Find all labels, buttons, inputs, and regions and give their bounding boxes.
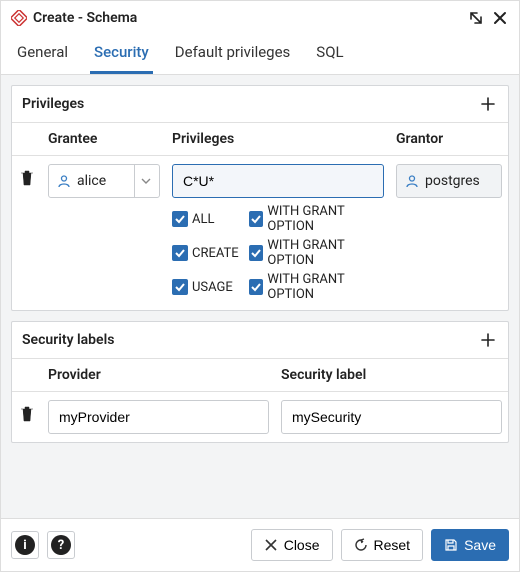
check-usage[interactable]: USAGE: [172, 272, 239, 302]
schema-icon: [11, 10, 27, 26]
tab-sql[interactable]: SQL: [312, 35, 347, 74]
tab-default-privileges[interactable]: Default privileges: [171, 35, 295, 74]
titlebar: Create - Schema: [1, 1, 519, 35]
col-security-label: Security label: [275, 359, 508, 391]
dialog: Create - Schema General Security Default…: [0, 0, 520, 572]
close-button[interactable]: Close: [251, 529, 333, 561]
privileges-panel: Privileges Grantee Privileges Grantor: [11, 85, 509, 311]
col-grantee: Grantee: [42, 123, 166, 155]
security-labels-title: Security labels: [22, 332, 114, 348]
delete-row-button[interactable]: [20, 170, 34, 190]
tabs: General Security Default privileges SQL: [1, 35, 519, 75]
add-privilege-button[interactable]: [478, 94, 498, 114]
content: Privileges Grantee Privileges Grantor: [1, 75, 519, 518]
privilege-row: alice ALL WITH GRANT OPTION CREATE WITH …: [12, 156, 508, 310]
close-icon[interactable]: [491, 9, 509, 27]
col-grantor: Grantor: [390, 123, 508, 155]
privileges-title: Privileges: [22, 96, 84, 112]
info-button[interactable]: i: [11, 531, 39, 559]
check-all-wgo[interactable]: WITH GRANT OPTION: [249, 204, 384, 234]
check-usage-wgo[interactable]: WITH GRANT OPTION: [249, 272, 384, 302]
grantor-display: postgres: [396, 164, 502, 198]
help-button[interactable]: ?: [47, 531, 75, 559]
security-labels-columns: Provider Security label: [12, 359, 508, 392]
grantee-value: alice: [77, 173, 106, 189]
tab-security[interactable]: Security: [90, 35, 153, 74]
privileges-header: Privileges: [12, 86, 508, 123]
footer: i ? Close Reset Save: [1, 518, 519, 571]
grantee-select[interactable]: alice: [48, 164, 160, 198]
delete-row-button[interactable]: [20, 406, 34, 426]
security-label-row: [12, 392, 508, 442]
privileges-columns: Grantee Privileges Grantor: [12, 123, 508, 156]
save-button[interactable]: Save: [431, 529, 509, 561]
user-icon: [405, 174, 419, 188]
help-icon: ?: [51, 535, 71, 555]
check-all[interactable]: ALL: [172, 204, 239, 234]
col-provider: Provider: [42, 359, 275, 391]
provider-input[interactable]: [48, 400, 269, 434]
col-privileges: Privileges: [166, 123, 390, 155]
user-icon: [57, 174, 71, 188]
reset-icon: [354, 538, 368, 552]
security-labels-header: Security labels: [12, 322, 508, 359]
privileges-input[interactable]: [172, 164, 384, 198]
check-create-wgo[interactable]: WITH GRANT OPTION: [249, 238, 384, 268]
reset-button[interactable]: Reset: [341, 529, 424, 561]
grantor-value: postgres: [425, 173, 480, 189]
check-create[interactable]: CREATE: [172, 238, 239, 268]
dialog-title: Create - Schema: [33, 10, 461, 26]
chevron-down-icon: [134, 165, 151, 197]
security-label-input[interactable]: [281, 400, 502, 434]
add-security-label-button[interactable]: [478, 330, 498, 350]
save-icon: [444, 538, 458, 552]
security-labels-panel: Security labels Provider Security label: [11, 321, 509, 443]
info-icon: i: [15, 535, 35, 555]
tab-general[interactable]: General: [13, 35, 72, 74]
close-icon: [264, 538, 278, 552]
privilege-checks: ALL WITH GRANT OPTION CREATE WITH GRANT …: [172, 204, 384, 302]
maximize-icon[interactable]: [467, 9, 485, 27]
